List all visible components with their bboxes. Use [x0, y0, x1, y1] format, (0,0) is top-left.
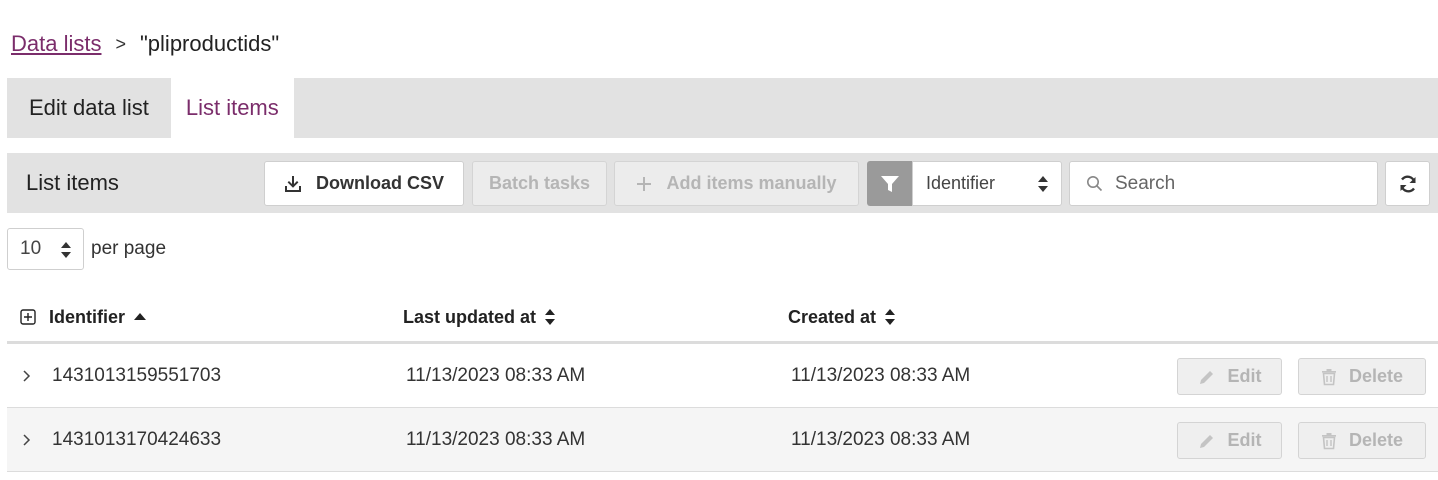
row-expand-button[interactable] — [21, 344, 31, 408]
pencil-icon — [1198, 432, 1216, 450]
list-items-table: Identifier Last updated at Created at 14… — [7, 290, 1438, 472]
filter-field-select[interactable]: Identifier — [912, 161, 1062, 206]
delete-button[interactable]: Delete — [1298, 358, 1426, 395]
column-header-created[interactable]: Created at — [788, 290, 896, 344]
delete-label: Delete — [1348, 430, 1404, 450]
cell-created: 11/13/2023 08:33 AM — [791, 429, 971, 450]
sort-updown-icon — [1037, 174, 1049, 199]
column-header-created-label: Created at — [788, 306, 877, 327]
table-row: 1431013159551703 11/13/2023 08:33 AM 11/… — [7, 344, 1438, 408]
chevron-right-icon — [21, 369, 31, 383]
refresh-icon — [1398, 174, 1418, 194]
edit-button[interactable]: Edit — [1177, 422, 1282, 459]
batch-tasks-label: Batch tasks — [488, 173, 591, 193]
expand-all-button[interactable] — [20, 290, 36, 344]
refresh-button[interactable] — [1385, 161, 1430, 206]
tab-edit-data-list[interactable]: Edit data list — [7, 78, 171, 138]
edit-button[interactable]: Edit — [1177, 358, 1282, 395]
tab-list-items[interactable]: List items — [170, 78, 294, 138]
filter-icon — [880, 174, 900, 194]
column-header-identifier[interactable]: Identifier — [49, 290, 147, 344]
column-header-identifier-label: Identifier — [49, 306, 126, 327]
plus-icon — [636, 176, 652, 192]
breadcrumb-current: "pliproductids" — [140, 31, 280, 56]
breadcrumb-data-lists-link[interactable]: Data lists — [11, 31, 101, 57]
filter-button[interactable] — [867, 161, 913, 206]
download-icon — [284, 175, 302, 193]
sort-ascending-icon — [133, 312, 147, 322]
batch-tasks-button[interactable]: Batch tasks — [472, 161, 607, 206]
sort-updown-icon — [884, 307, 896, 327]
delete-label: Delete — [1348, 366, 1404, 386]
per-page-value: 10 — [20, 238, 42, 259]
table-header: Identifier Last updated at Created at — [7, 290, 1438, 344]
add-items-manually-label: Add items manually — [666, 173, 837, 193]
column-header-last-updated[interactable]: Last updated at — [403, 290, 556, 344]
row-expand-button[interactable] — [21, 408, 31, 472]
per-page-label: per page — [91, 238, 167, 259]
sort-updown-icon — [544, 307, 556, 327]
pencil-icon — [1198, 368, 1216, 386]
per-page-select[interactable]: 10 — [7, 228, 84, 270]
trash-icon — [1321, 432, 1337, 450]
cell-identifier: 1431013170424633 — [52, 429, 222, 450]
expand-all-icon — [20, 309, 36, 325]
cell-created: 11/13/2023 08:33 AM — [791, 365, 971, 386]
chevron-right-icon — [21, 433, 31, 447]
search-box — [1069, 161, 1378, 206]
breadcrumb: Data lists > "pliproductids" — [11, 30, 279, 58]
filter-field-value: Identifier — [926, 173, 996, 193]
cell-last-updated: 11/13/2023 08:33 AM — [406, 429, 586, 450]
download-csv-button[interactable]: Download CSV — [264, 161, 464, 206]
trash-icon — [1321, 368, 1337, 386]
column-header-last-updated-label: Last updated at — [403, 306, 537, 327]
search-input[interactable] — [1113, 171, 1357, 196]
sort-updown-icon — [60, 240, 72, 266]
tabs-bar: Edit data list List items — [7, 78, 1438, 138]
edit-label: Edit — [1227, 430, 1262, 450]
cell-identifier: 1431013159551703 — [52, 365, 222, 386]
per-page-control: 10 per page — [7, 228, 166, 270]
edit-label: Edit — [1227, 366, 1262, 386]
breadcrumb-separator: > — [115, 33, 126, 54]
cell-last-updated: 11/13/2023 08:33 AM — [406, 365, 586, 386]
table-row: 1431013170424633 11/13/2023 08:33 AM 11/… — [7, 408, 1438, 472]
toolbar-title: List items — [26, 170, 119, 195]
download-csv-label: Download CSV — [315, 173, 444, 193]
list-items-toolbar: List items Download CSV Batch tasks Add … — [7, 153, 1438, 213]
search-icon — [1086, 175, 1103, 192]
delete-button[interactable]: Delete — [1298, 422, 1426, 459]
add-items-manually-button[interactable]: Add items manually — [614, 161, 859, 206]
